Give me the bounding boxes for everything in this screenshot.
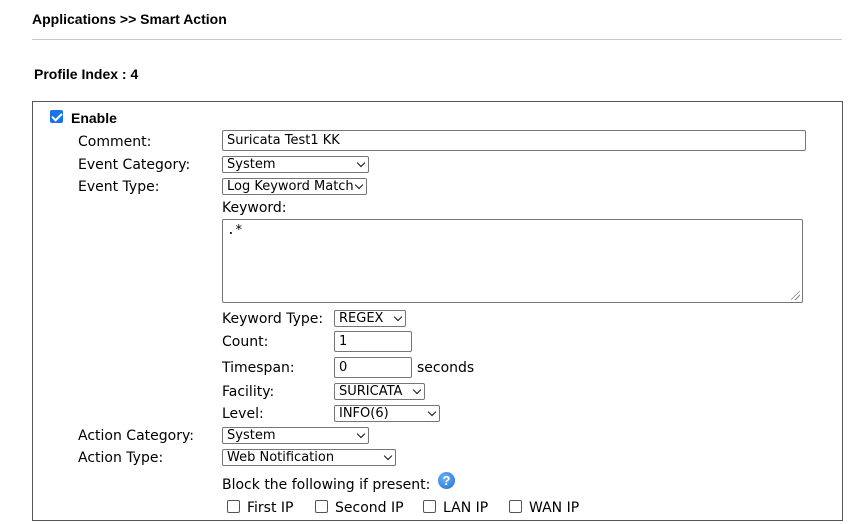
lan-ip-checkbox[interactable] [423, 500, 436, 513]
facility-select[interactable]: SURICATA [334, 383, 425, 400]
event-type-label: Event Type: [78, 179, 160, 195]
event-type-value: Log Keyword Match [227, 179, 354, 194]
event-category-label: Event Category: [78, 157, 191, 173]
action-type-label: Action Type: [78, 450, 164, 466]
header-divider [32, 39, 842, 40]
first-ip-checkbox[interactable] [227, 500, 240, 513]
comment-input[interactable] [222, 130, 806, 151]
chevron-down-icon [427, 407, 437, 417]
keyword-textarea[interactable]: .* [222, 219, 803, 303]
lan-ip-label: LAN IP [443, 500, 489, 516]
action-category-label: Action Category: [78, 428, 194, 444]
keyword-type-select[interactable]: REGEX [334, 310, 406, 327]
breadcrumb: Applications >> Smart Action [32, 11, 227, 27]
profile-index-title: Profile Index : 4 [34, 66, 139, 82]
second-ip-label: Second IP [335, 500, 404, 516]
facility-label: Facility: [222, 384, 275, 400]
timespan-input[interactable] [334, 357, 412, 378]
action-type-value: Web Notification [227, 450, 335, 465]
event-category-select[interactable]: System [222, 156, 369, 173]
timespan-unit: seconds [417, 360, 475, 376]
level-select[interactable]: INFO(6) [334, 405, 440, 422]
count-input[interactable] [334, 331, 412, 352]
chevron-down-icon [383, 451, 393, 461]
chevron-down-icon [412, 385, 422, 395]
event-category-value: System [227, 157, 276, 172]
facility-value: SURICATA [339, 384, 403, 399]
keyword-type-value: REGEX [339, 311, 384, 326]
event-type-select[interactable]: Log Keyword Match [222, 178, 367, 195]
chevron-down-icon [354, 180, 364, 190]
chevron-down-icon [356, 158, 366, 168]
smart-action-form-panel: Enable Comment: Event Category: System E… [32, 101, 843, 521]
keyword-type-label: Keyword Type: [222, 311, 324, 327]
resize-handle-icon[interactable] [791, 291, 800, 300]
level-label: Level: [222, 406, 264, 422]
level-value: INFO(6) [339, 406, 389, 421]
enable-checkbox[interactable] [50, 110, 63, 123]
wan-ip-checkbox[interactable] [509, 500, 522, 513]
action-category-select[interactable]: System [222, 427, 369, 444]
help-icon[interactable]: ? [438, 472, 455, 489]
chevron-down-icon [356, 429, 366, 439]
first-ip-label: First IP [247, 500, 294, 516]
chevron-down-icon [393, 312, 403, 322]
comment-label: Comment: [78, 134, 152, 150]
action-category-value: System [227, 428, 276, 443]
timespan-label: Timespan: [222, 360, 295, 376]
keyword-label: Keyword: [222, 200, 287, 216]
second-ip-checkbox[interactable] [315, 500, 328, 513]
count-label: Count: [222, 334, 269, 350]
action-type-select[interactable]: Web Notification [222, 449, 396, 466]
block-label: Block the following if present: [222, 477, 431, 493]
enable-label: Enable [71, 110, 117, 126]
wan-ip-label: WAN IP [529, 500, 580, 516]
